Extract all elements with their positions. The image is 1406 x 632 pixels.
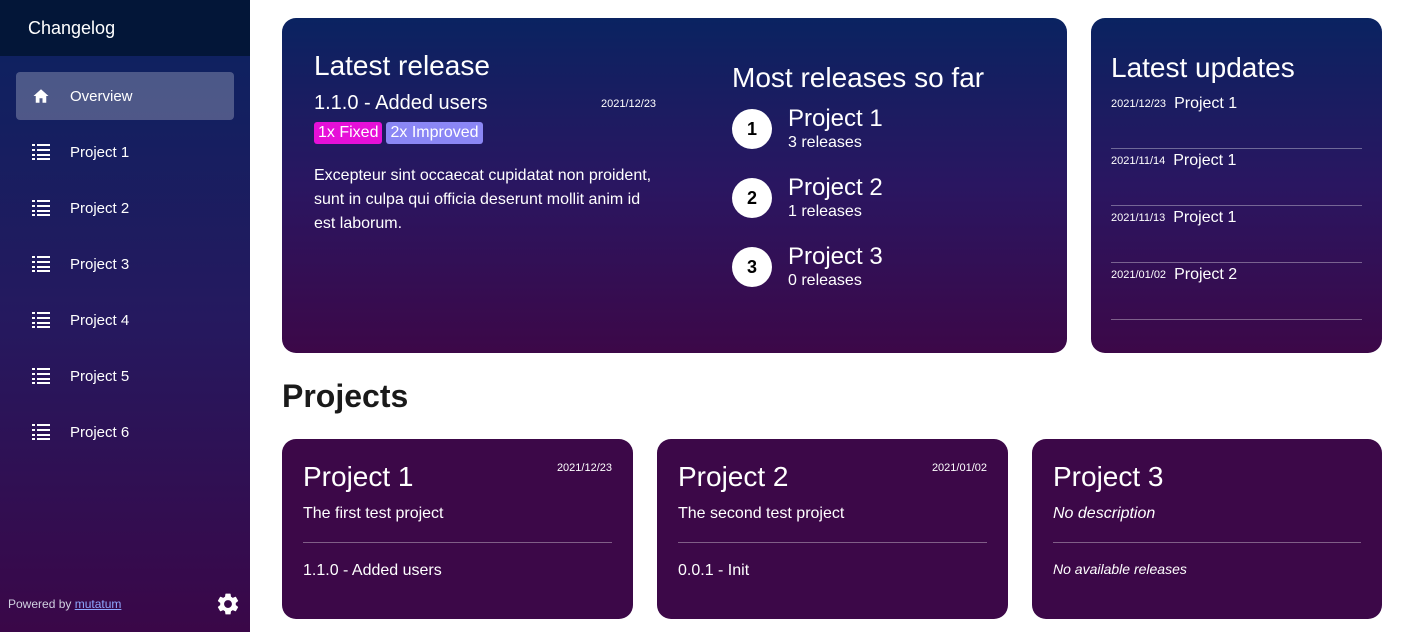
update-project: Project 1: [1174, 95, 1238, 112]
project-date: 2021/12/23: [556, 462, 612, 474]
tag-improved: 2x Improved: [386, 122, 483, 144]
update-date: 2021/11/14: [1111, 155, 1166, 167]
list-icon: [32, 199, 50, 217]
tag-fixed: 1x Fixed: [314, 122, 383, 144]
update-row[interactable]: 2021/11/13 Project 1: [1111, 206, 1362, 263]
update-row[interactable]: 2021/01/02 Project 2: [1111, 263, 1362, 320]
sidebar-item-label: Project 3: [70, 255, 130, 273]
update-project: Project 1: [1173, 209, 1237, 226]
gear-icon[interactable]: [214, 590, 242, 618]
divider: [303, 542, 612, 543]
mutatum-link[interactable]: mutatum: [75, 597, 122, 611]
projects-heading: Projects: [282, 378, 409, 414]
update-project: Project 2: [1174, 266, 1238, 283]
rank-release-count: 1 releases: [788, 203, 862, 220]
project-latest-release: 0.0.1 - Init: [678, 562, 750, 579]
update-project: Project 1: [1173, 152, 1237, 169]
sidebar-item-project-5[interactable]: Project 5: [16, 352, 234, 400]
project-latest-release: No available releases: [1053, 561, 1187, 577]
list-icon: [32, 143, 50, 161]
powered-by: Powered by mutatum: [8, 597, 121, 611]
rank-project-name: Project 1: [788, 105, 883, 132]
divider: [1053, 542, 1361, 543]
update-date: 2021/01/02: [1111, 269, 1167, 281]
project-card-3[interactable]: Project 3 No description No available re…: [1032, 439, 1382, 619]
update-date: 2021/12/23: [1111, 98, 1167, 110]
latest-updates-card: Latest updates 2021/12/23 Project 1 2021…: [1091, 18, 1382, 353]
latest-release-date: 2021/12/23: [601, 98, 657, 110]
list-icon: [32, 423, 50, 441]
sidebar-header: Changelog: [0, 0, 250, 56]
rank-item[interactable]: 3 Project 3 0 releases: [732, 244, 883, 292]
project-name: Project 1: [303, 461, 414, 492]
update-row[interactable]: 2021/11/14 Project 1: [1111, 149, 1362, 206]
sidebar-item-label: Project 1: [70, 143, 130, 161]
latest-release-title: Latest release: [314, 50, 490, 81]
rank-text: Project 1 3 releases: [788, 106, 883, 154]
sidebar-item-project-6[interactable]: Project 6: [16, 408, 234, 456]
sidebar-item-label: Project 2: [70, 199, 130, 217]
rank-text: Project 3 0 releases: [788, 244, 883, 292]
app-root: Changelog Overview Project 1 Project 2 P…: [0, 0, 1406, 632]
update-row[interactable]: 2021/12/23 Project 1: [1111, 92, 1362, 149]
sidebar-item-project-1[interactable]: Project 1: [16, 128, 234, 176]
rank-item[interactable]: 1 Project 1 3 releases: [732, 106, 883, 154]
rank-number: 3: [732, 247, 772, 287]
sidebar-item-label: Overview: [70, 87, 133, 105]
sidebar-item-project-3[interactable]: Project 3: [16, 240, 234, 288]
sidebar: Changelog Overview Project 1 Project 2 P…: [0, 0, 250, 632]
rank-number: 1: [732, 109, 772, 149]
project-latest-release: 1.1.0 - Added users: [303, 562, 442, 579]
latest-release-version[interactable]: 1.1.0 - Added users: [314, 92, 487, 115]
list-icon: [32, 255, 50, 273]
sidebar-item-project-4[interactable]: Project 4: [16, 296, 234, 344]
rank-release-count: 3 releases: [788, 134, 862, 151]
rank-project-name: Project 3: [788, 243, 883, 270]
sidebar-nav: Overview Project 1 Project 2 Project 3 P…: [16, 72, 234, 464]
sidebar-item-label: Project 5: [70, 367, 130, 385]
sidebar-footer: Powered by mutatum: [8, 590, 242, 618]
divider: [678, 542, 987, 543]
project-description: The second test project: [678, 505, 845, 522]
sidebar-item-label: Project 4: [70, 311, 130, 329]
project-description: No description: [1053, 505, 1156, 522]
rank-project-name: Project 2: [788, 174, 883, 201]
powered-by-prefix: Powered by: [8, 597, 72, 611]
rank-item[interactable]: 2 Project 2 1 releases: [732, 175, 883, 223]
app-title: Changelog: [28, 17, 116, 38]
project-card-1[interactable]: Project 1 2021/12/23 The first test proj…: [282, 439, 633, 619]
latest-release-description: Excepteur sint occaecat cupidatat non pr…: [314, 167, 652, 232]
project-name: Project 2: [678, 461, 789, 492]
project-card-2[interactable]: Project 2 2021/01/02 The second test pro…: [657, 439, 1008, 619]
list-icon: [32, 311, 50, 329]
rank-release-count: 0 releases: [788, 272, 862, 289]
update-date: 2021/11/13: [1111, 212, 1166, 224]
sidebar-item-label: Project 6: [70, 423, 130, 441]
project-name: Project 3: [1053, 461, 1164, 492]
most-releases-title: Most releases so far: [732, 62, 985, 93]
list-icon: [32, 367, 50, 385]
latest-release-card: Latest release 1.1.0 - Added users 2021/…: [282, 18, 1067, 353]
rank-text: Project 2 1 releases: [788, 175, 883, 223]
latest-updates-list: 2021/12/23 Project 1 2021/11/14 Project …: [1111, 92, 1362, 320]
rank-number: 2: [732, 178, 772, 218]
latest-updates-title: Latest updates: [1111, 52, 1295, 83]
sidebar-item-overview[interactable]: Overview: [16, 72, 234, 120]
release-tags: 1x Fixed 2x Improved: [314, 122, 483, 144]
home-icon: [32, 87, 50, 105]
project-description: The first test project: [303, 505, 444, 522]
sidebar-item-project-2[interactable]: Project 2: [16, 184, 234, 232]
project-date: 2021/01/02: [931, 462, 987, 474]
